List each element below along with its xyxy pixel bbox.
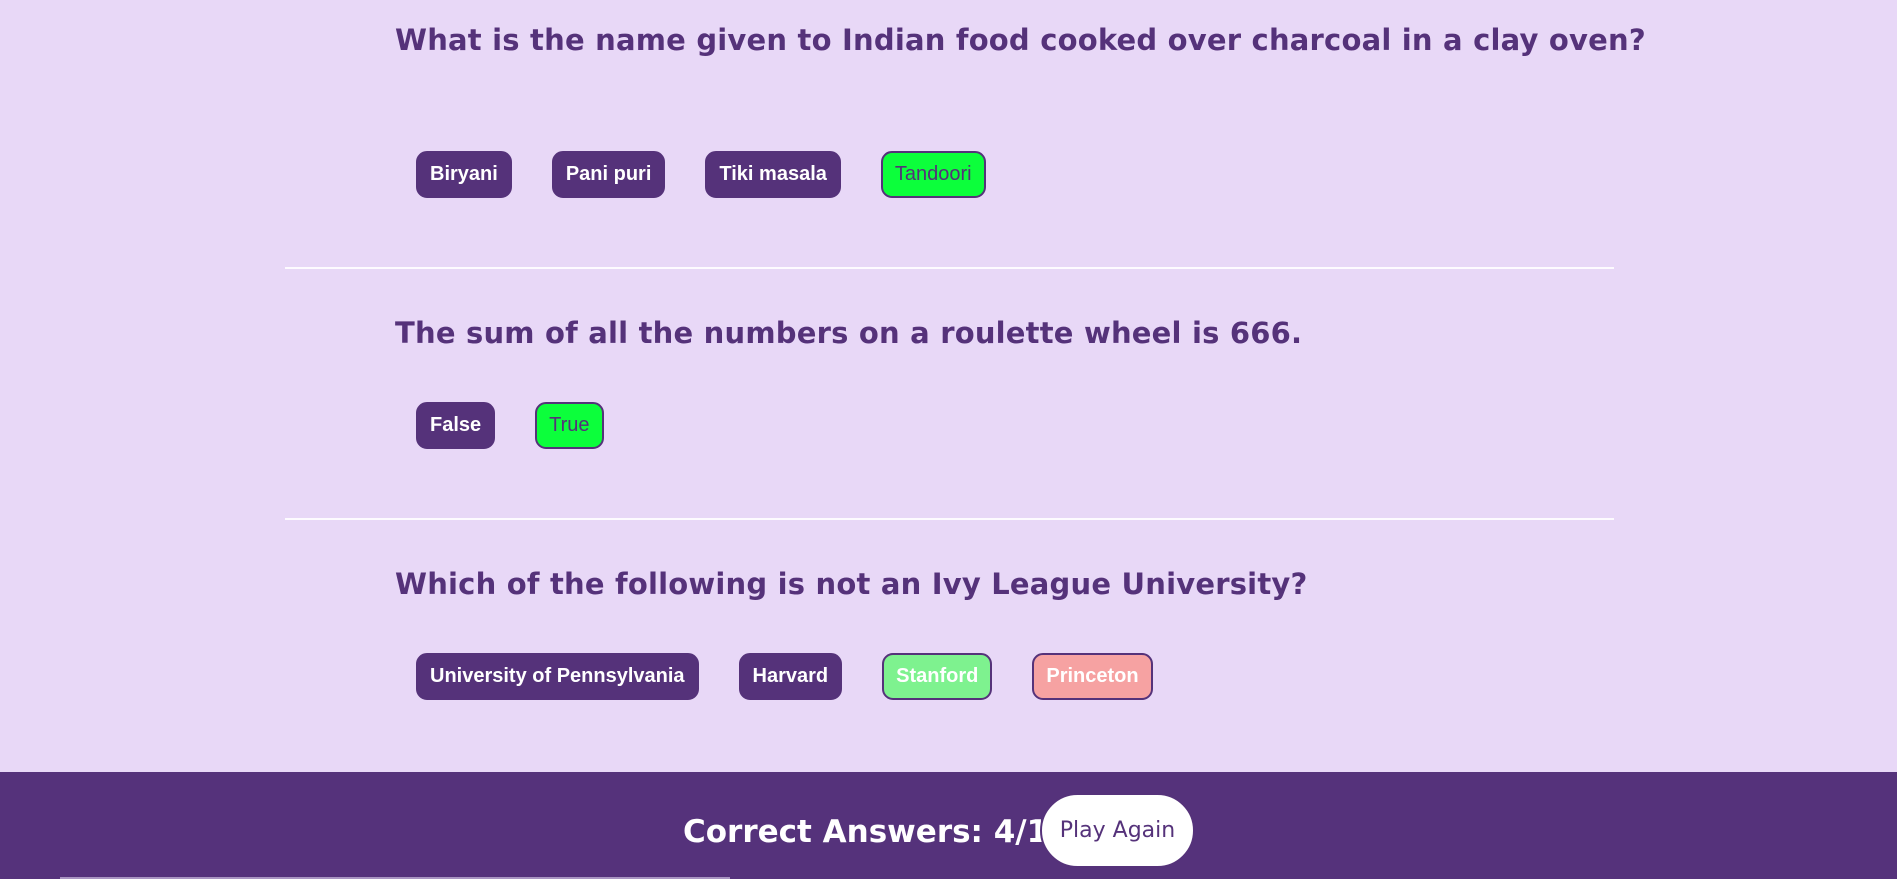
quiz-results-page: What is the name given to Indian food co… — [0, 0, 1897, 879]
answer-list: Biryani Pani puri Tiki masala Tandoori — [416, 151, 986, 198]
question-divider — [285, 518, 1614, 520]
answer-list: University of Pennsylvania Harvard Stanf… — [416, 653, 1153, 700]
answer-button-incorrect[interactable]: Princeton — [1032, 653, 1153, 700]
answer-button-correct[interactable]: Tandoori — [880, 151, 986, 198]
answer-button-correct[interactable]: True — [535, 402, 604, 449]
answer-button[interactable]: Pani puri — [551, 151, 666, 198]
answer-button[interactable]: Harvard — [738, 653, 843, 700]
score-text: Correct Answers: 4/10 — [683, 814, 1070, 850]
question-text: Which of the following is not an Ivy Lea… — [395, 567, 1308, 601]
answer-button[interactable]: False — [416, 402, 496, 449]
answer-button[interactable]: Tiki masala — [705, 151, 841, 198]
question-text: The sum of all the numbers on a roulette… — [395, 316, 1303, 350]
question-divider — [285, 267, 1614, 269]
answer-list: False True — [416, 402, 604, 449]
question-text: What is the name given to Indian food co… — [395, 23, 1646, 57]
answer-button[interactable]: University of Pennsylvania — [416, 653, 699, 700]
answer-button-correct[interactable]: Stanford — [882, 653, 993, 700]
play-again-button[interactable]: Play Again — [1040, 793, 1195, 868]
answer-button[interactable]: Biryani — [416, 151, 512, 198]
